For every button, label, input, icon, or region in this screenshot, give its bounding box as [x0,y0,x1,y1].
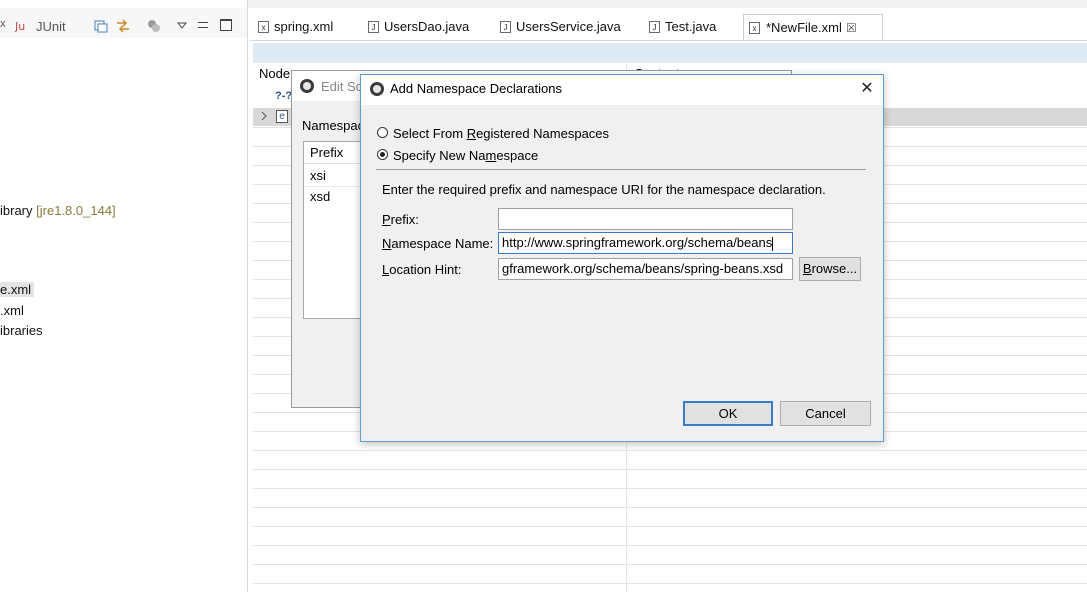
accelerator-key: R [466,126,477,141]
accelerator-key: m [485,148,497,163]
processing-instruction-row[interactable]: ?-? [275,90,292,102]
list-divider [304,186,362,187]
tree-item-xml[interactable]: .xml [0,303,24,318]
package-explorer-panel [0,0,248,592]
radio-specify-new[interactable] [377,149,388,160]
tree-item-decoration: [jre1.8.0_144] [36,203,116,218]
tab-usersservice-java[interactable]: J UsersService.java [498,14,621,40]
panel-close-icon[interactable]: x [0,18,8,32]
tree-item-libraries[interactable]: ibraries [0,323,43,338]
element-node-icon: e [276,110,288,123]
tree-item-label: e.xml [0,282,32,297]
prefix-field[interactable] [498,208,793,230]
close-icon[interactable]: ✕ [856,79,878,99]
grid-line [253,545,1087,546]
tree-item-label: .xml [0,303,24,318]
list-divider [304,163,362,164]
eclipse-icon [300,79,314,93]
label-part: Select From [393,126,467,141]
label-part: amespace Name: [391,236,494,251]
radio-specify-new-label[interactable]: Specify New Namespace [393,148,538,163]
accelerator-key: B [802,261,812,276]
browse-button[interactable]: Browse... [799,257,861,281]
label-part: ocation Hint: [389,262,462,277]
grid-line [253,488,1087,489]
xml-file-icon: x [749,22,760,34]
grid-line [253,583,1087,584]
tab-label: UsersDao.java [384,19,470,34]
radio-select-registered[interactable] [377,127,388,138]
tab-label: UsersService.java [516,19,621,34]
text-cursor [772,236,774,251]
maximize-icon[interactable] [220,19,232,31]
namespace-name-value: http://www.springframework.org/schema/be… [502,235,773,250]
dialog-title: Add Namespace Declarations [390,81,562,96]
tab-spring-xml[interactable]: x spring.xml [256,14,333,40]
java-file-icon: J [500,21,511,33]
ok-button[interactable]: OK [683,401,773,426]
tab-newfile-xml[interactable]: x *NewFile.xml ☒ [743,14,883,41]
cancel-button[interactable]: Cancel [780,401,871,426]
label-part: egistered Namespaces [476,126,610,141]
namespace-label: Namespac [302,118,365,133]
node-column-header: Node [259,66,291,81]
tabbar-divider [250,40,1087,41]
tab-label: spring.xml [274,19,334,34]
editor-header-banner [253,43,1087,63]
accelerator-key: P [382,212,391,227]
grid-line [253,507,1087,508]
label-part: rowse... [811,261,858,276]
grid-line [253,526,1087,527]
list-header-prefix[interactable]: Prefix [310,145,343,160]
eclipse-icon [370,82,384,96]
junit-icon: Ju [14,19,31,33]
java-file-icon: J [368,21,379,33]
tree-item-label: ibraries [0,323,43,338]
expand-chevron-icon[interactable] [259,110,269,122]
prefix-label: Prefix: [382,212,419,227]
xml-file-icon: x [258,21,269,33]
tab-label: *NewFile.xml [766,20,842,35]
tree-item-jre-library[interactable]: ibrary [jre1.8.0_144] [0,203,116,218]
list-item[interactable]: xsd [310,189,330,204]
svg-text:Ju: Ju [15,20,25,33]
junit-tab[interactable]: JUnit [36,19,66,34]
label-part: refix: [390,212,419,227]
accelerator-key: N [382,236,392,251]
location-hint-label: Location Hint: [382,262,462,277]
instruction-text: Enter the required prefix and namespace … [382,182,826,197]
tab-close-icon[interactable]: ☒ [846,15,857,41]
edit-schema-title: Edit Sc [321,79,363,94]
grid-line [253,469,1087,470]
tree-item-selected-xml[interactable]: e.xml [0,282,35,297]
filter-icon[interactable] [147,19,161,33]
grid-line [253,450,1087,451]
list-item[interactable]: xsi [310,168,326,183]
radio-select-registered-label[interactable]: Select From Registered Namespaces [393,126,609,141]
tab-test-java[interactable]: J Test.java [647,14,716,40]
collapse-all-icon[interactable] [94,19,108,33]
label-part: espace [496,148,539,163]
label-part: Specify New Na [393,148,486,163]
tab-usersdao-java[interactable]: J UsersDao.java [366,14,469,40]
tree-item-label: ibrary [0,203,33,218]
java-file-icon: J [649,21,660,33]
grid-line [253,564,1087,565]
minimize-icon[interactable] [198,22,208,28]
location-hint-field[interactable]: gframework.org/schema/beans/spring-beans… [498,258,793,280]
namespace-name-field[interactable]: http://www.springframework.org/schema/be… [498,232,793,254]
tab-label: Test.java [665,19,717,34]
link-editor-icon[interactable] [115,19,131,33]
namespace-name-label: Namespace Name: [382,236,493,251]
separator [376,169,866,170]
view-menu-icon[interactable] [176,19,188,29]
